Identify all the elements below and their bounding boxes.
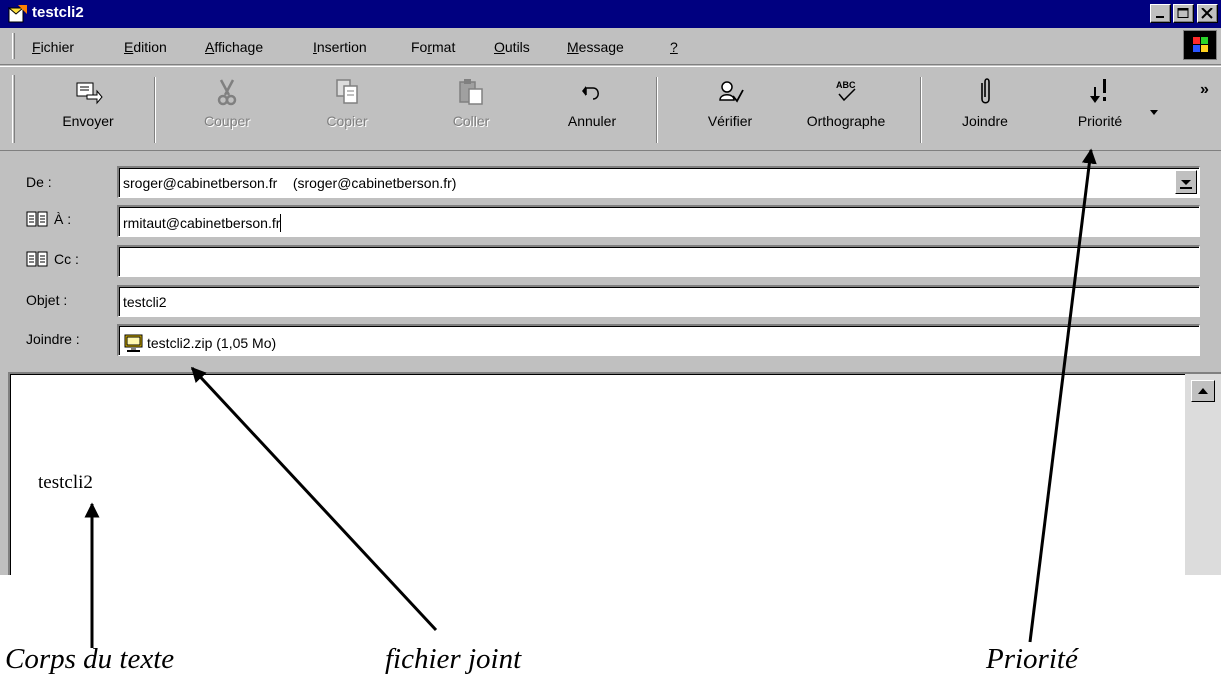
undo-button[interactable]: Annuler bbox=[552, 73, 632, 147]
cc-label[interactable]: Cc : bbox=[26, 251, 79, 267]
priority-icon bbox=[1090, 79, 1106, 103]
body-text: testcli2 bbox=[38, 472, 93, 493]
undo-icon bbox=[582, 86, 599, 100]
address-book-icon bbox=[26, 211, 48, 227]
toolbar-separator bbox=[154, 77, 156, 143]
menu-insertion[interactable]: Insertion bbox=[313, 39, 367, 55]
caret-down-icon bbox=[1150, 110, 1158, 115]
zip-file-icon bbox=[124, 334, 143, 352]
paperclip-icon bbox=[981, 78, 990, 104]
to-field[interactable]: rmitaut@cabinetberson.fr bbox=[117, 205, 1200, 237]
to-label[interactable]: À : bbox=[26, 211, 71, 227]
cut-button[interactable]: Couper bbox=[192, 73, 262, 147]
toolbar-separator bbox=[656, 77, 658, 143]
send-icon bbox=[76, 82, 103, 105]
check-names-button[interactable]: Vérifier bbox=[690, 73, 770, 147]
copy-icon bbox=[336, 79, 358, 104]
from-value: sroger@cabinetberson.fr (sroger@cabinetb… bbox=[123, 175, 457, 191]
from-dropdown-button[interactable] bbox=[1175, 170, 1197, 194]
title-bar: testcli2 bbox=[0, 0, 1221, 28]
copy-button[interactable]: Copier bbox=[312, 73, 382, 147]
spelling-icon: ABC bbox=[836, 80, 856, 102]
from-field[interactable]: sroger@cabinetberson.fr (sroger@cabinetb… bbox=[117, 166, 1200, 198]
paste-icon bbox=[459, 79, 483, 105]
maximize-button[interactable] bbox=[1173, 4, 1194, 23]
from-label: De : bbox=[26, 174, 52, 190]
send-button[interactable]: Envoyer bbox=[50, 73, 126, 147]
attach-label: Joindre : bbox=[26, 331, 80, 347]
menu-fichier[interactable]: Fichier bbox=[32, 39, 74, 55]
attach-field[interactable]: testcli2.zip (1,05 Mo) bbox=[117, 324, 1200, 356]
message-window: testcli2 Fichier Edition Affichage Inser… bbox=[0, 0, 1221, 575]
minimize-icon bbox=[1156, 16, 1164, 18]
paste-button[interactable]: Coller bbox=[436, 73, 506, 147]
priority-caption: Priorité bbox=[986, 643, 1078, 675]
text-cursor bbox=[280, 214, 282, 232]
menubar-grip[interactable] bbox=[12, 33, 15, 59]
message-body[interactable]: testcli2 bbox=[8, 372, 1221, 575]
scissors-icon bbox=[217, 79, 237, 106]
toolbar: Envoyer Couper Copier Coller Annuler Vér… bbox=[0, 66, 1221, 151]
svg-text:ABC: ABC bbox=[836, 80, 856, 90]
menu-outils[interactable]: Outils bbox=[494, 39, 530, 55]
subject-label: Objet : bbox=[26, 292, 68, 308]
scroll-up-button[interactable] bbox=[1191, 380, 1215, 402]
menu-help[interactable]: ? bbox=[670, 39, 678, 55]
menu-affichage[interactable]: Affichage bbox=[205, 39, 263, 55]
window-title: testcli2 bbox=[32, 4, 84, 21]
envelope-icon bbox=[8, 5, 27, 23]
priority-button[interactable]: Priorité bbox=[1062, 73, 1138, 147]
close-button[interactable] bbox=[1197, 4, 1218, 23]
toolbar-overflow-chevron-icon[interactable]: » bbox=[1200, 81, 1209, 99]
attachment-name: testcli2.zip (1,05 Mo) bbox=[147, 335, 277, 351]
body-caption: Corps du texte bbox=[5, 643, 175, 675]
close-icon bbox=[1201, 8, 1213, 19]
check-names-icon bbox=[719, 81, 744, 103]
attach-button[interactable]: Joindre bbox=[950, 73, 1020, 147]
cc-field[interactable] bbox=[117, 245, 1200, 277]
priority-dropdown-arrow[interactable] bbox=[1149, 104, 1159, 120]
subject-value: testcli2 bbox=[123, 294, 167, 310]
windows-logo-icon bbox=[1183, 30, 1217, 60]
address-book-icon bbox=[26, 251, 48, 267]
menu-bar: Fichier Edition Affichage Insertion Form… bbox=[0, 28, 1221, 65]
subject-field[interactable]: testcli2 bbox=[117, 285, 1200, 317]
toolbar-grip[interactable] bbox=[12, 75, 15, 143]
minimize-button[interactable] bbox=[1150, 4, 1171, 23]
attachment-caption: fichier joint bbox=[385, 643, 522, 675]
menu-edition[interactable]: Edition bbox=[124, 39, 167, 55]
attachment-item[interactable]: testcli2.zip (1,05 Mo) bbox=[123, 334, 277, 352]
chevron-down-icon bbox=[1180, 180, 1192, 189]
menu-message[interactable]: Message bbox=[567, 39, 624, 55]
menu-format[interactable]: Format bbox=[411, 39, 455, 55]
arrow-up-icon bbox=[1198, 388, 1208, 394]
spelling-button[interactable]: ABC Orthographe bbox=[788, 73, 904, 147]
toolbar-separator bbox=[920, 77, 922, 143]
to-value: rmitaut@cabinetberson.fr bbox=[123, 215, 281, 231]
maximize-icon bbox=[1177, 8, 1189, 18]
vertical-scrollbar[interactable] bbox=[1185, 374, 1221, 575]
